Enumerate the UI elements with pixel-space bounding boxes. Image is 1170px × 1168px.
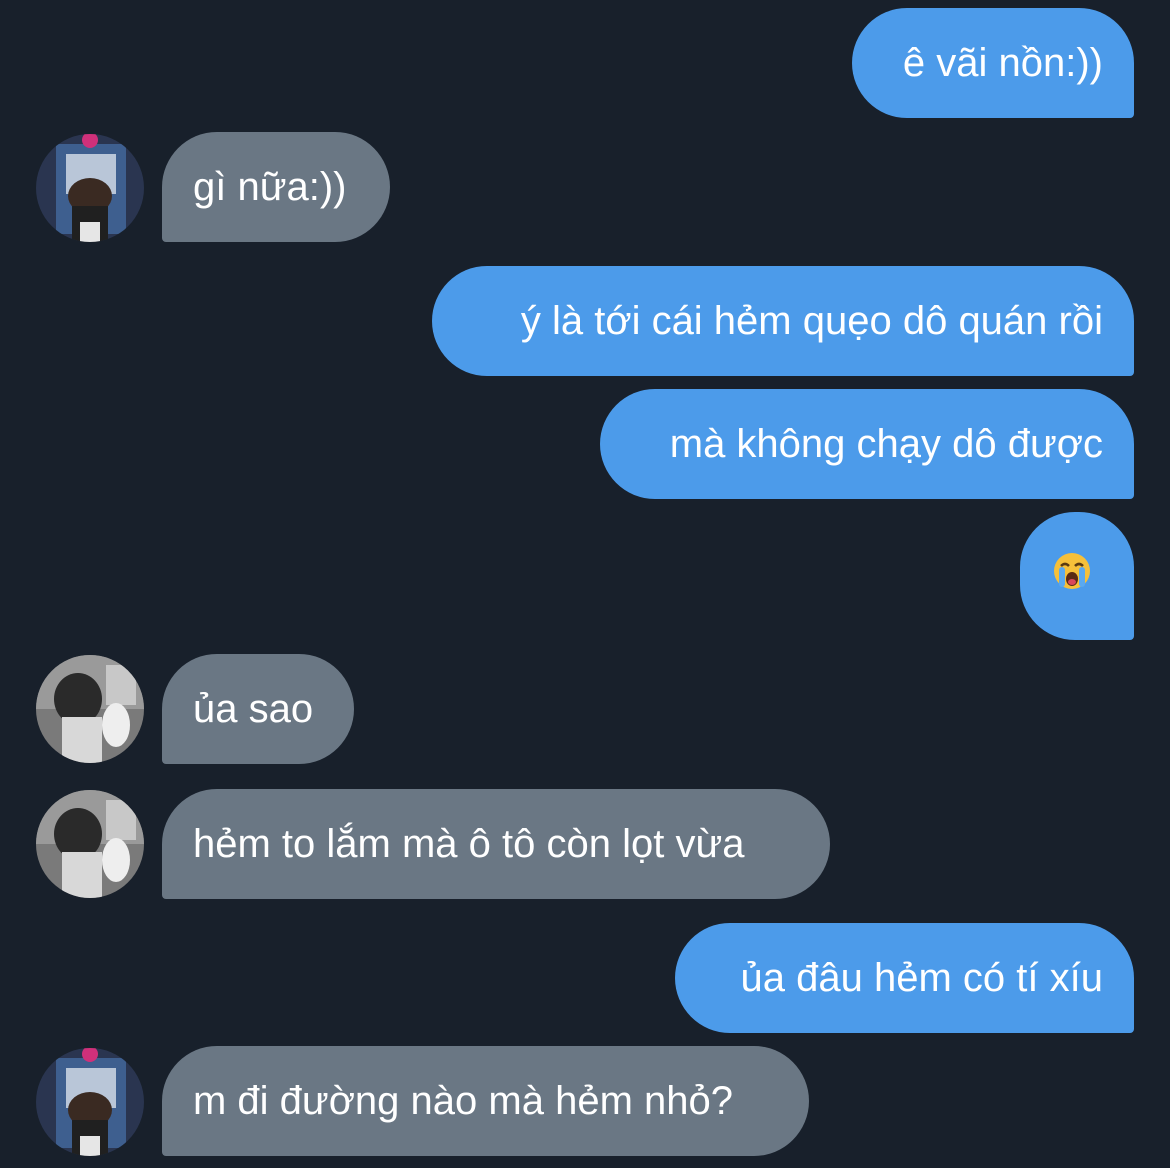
message-bubble-sent[interactable]: [1020, 512, 1134, 640]
loudly-crying-face-emoji: [1052, 514, 1092, 642]
message-text: m đi đường nào mà hẻm nhỏ?: [193, 1079, 733, 1123]
message-text: ý là tới cái hẻm quẹo dô quán rồi: [520, 299, 1103, 343]
message-bubble-sent[interactable]: mà không chạy dô được: [600, 389, 1134, 499]
message-text: gì nữa:)): [193, 165, 347, 209]
message-bubble-received[interactable]: ủa sao: [162, 654, 354, 764]
message-bubble-sent[interactable]: ủa đâu hẻm có tí xíu: [675, 923, 1134, 1033]
message-bubble-sent[interactable]: ý là tới cái hẻm quẹo dô quán rồi: [432, 266, 1134, 376]
message-bubble-sent[interactable]: ê vãi nồn:)): [852, 8, 1134, 118]
message-bubble-received[interactable]: m đi đường nào mà hẻm nhỏ?: [162, 1046, 809, 1156]
message-text: hẻm to lắm mà ô tô còn lọt vừa: [193, 822, 745, 866]
avatar[interactable]: [36, 655, 144, 763]
message-bubble-received[interactable]: hẻm to lắm mà ô tô còn lọt vừa: [162, 789, 830, 899]
avatar[interactable]: [36, 1048, 144, 1156]
avatar[interactable]: [36, 790, 144, 898]
message-text: ê vãi nồn:)): [902, 41, 1103, 85]
message-text: mà không chạy dô được: [669, 422, 1103, 466]
message-text: ủa sao: [193, 687, 314, 731]
avatar[interactable]: [36, 134, 144, 242]
message-bubble-received[interactable]: gì nữa:)): [162, 132, 390, 242]
message-text: ủa đâu hẻm có tí xíu: [740, 956, 1103, 1000]
